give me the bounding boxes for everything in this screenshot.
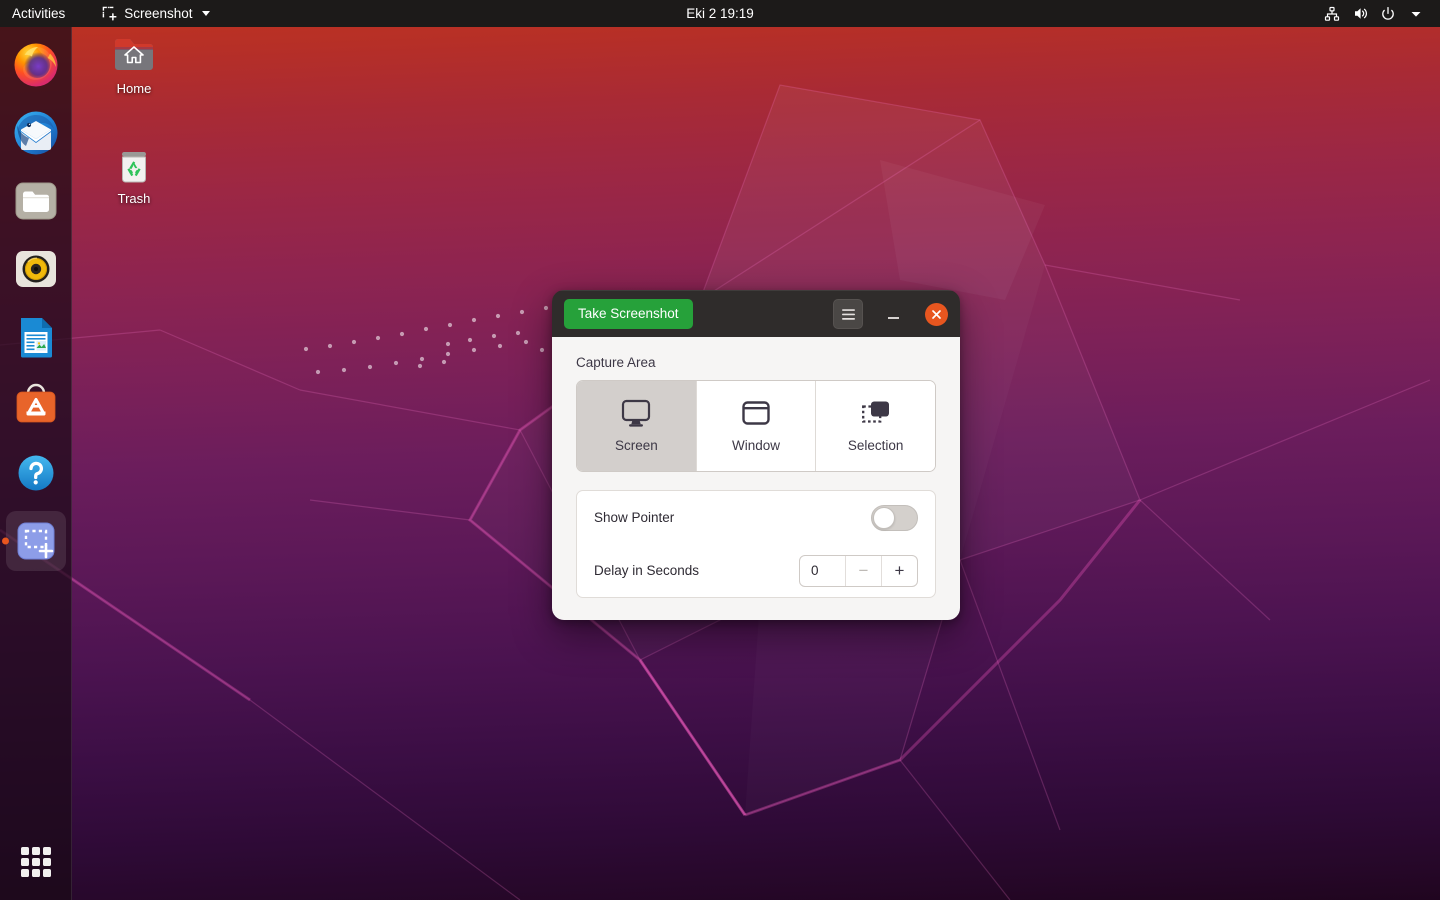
clock-label: Eki 2 19:19 <box>686 6 754 21</box>
firefox-icon <box>14 43 57 87</box>
dock-item-libreoffice-writer[interactable] <box>6 307 66 367</box>
app-menu-button[interactable]: Screenshot <box>93 0 218 27</box>
show-pointer-toggle[interactable] <box>871 504 918 531</box>
capture-option-window[interactable]: Window <box>696 381 817 471</box>
chevron-down-icon <box>201 11 210 16</box>
selection-icon <box>861 401 889 423</box>
selection-crosshair-icon <box>102 6 117 21</box>
dock-item-rhythmbox[interactable] <box>6 239 66 299</box>
capture-option-label: Window <box>732 438 781 453</box>
delay-decrement-button[interactable]: − <box>845 555 881 586</box>
hamburger-menu-icon <box>841 308 855 320</box>
dock-item-help[interactable] <box>6 443 66 503</box>
minimize-button[interactable] <box>876 299 910 329</box>
help-icon <box>18 455 53 491</box>
dock <box>0 27 72 900</box>
show-pointer-label: Show Pointer <box>594 510 675 525</box>
network-wired-icon[interactable] <box>1318 0 1346 27</box>
screenshot-window: Take Screenshot Capture Area Screen Wind… <box>552 290 960 620</box>
delay-row: Delay in Seconds 0 − + <box>577 544 935 597</box>
capture-option-label: Screen <box>614 438 658 453</box>
options-card: Show Pointer Delay in Seconds 0 − + <box>576 490 936 598</box>
system-tray[interactable] <box>1318 0 1440 27</box>
delay-spinner: 0 − + <box>799 554 918 587</box>
monitor-icon <box>622 399 651 427</box>
capture-area-label: Capture Area <box>576 355 656 370</box>
delay-label: Delay in Seconds <box>594 563 700 578</box>
capture-option-selection[interactable]: Selection <box>816 381 935 471</box>
rhythmbox-icon <box>15 251 56 287</box>
chevron-down-icon[interactable] <box>1402 0 1430 27</box>
dock-item-files[interactable] <box>6 171 66 231</box>
capture-option-screen[interactable]: Screen <box>577 381 697 471</box>
top-bar: Activities Screenshot Eki 2 19:19 <box>0 0 1440 27</box>
thunderbird-icon <box>14 111 57 155</box>
activities-button[interactable]: Activities <box>0 0 77 27</box>
clock-button[interactable]: Eki 2 19:19 <box>678 0 762 27</box>
toggle-knob <box>873 506 895 529</box>
desktop-icon-label: Home <box>116 81 152 96</box>
capture-area-options: Screen Window Selection <box>576 380 936 472</box>
show-pointer-row: Show Pointer <box>577 491 935 544</box>
ubuntu-software-icon <box>16 383 55 423</box>
dock-item-screenshot[interactable] <box>5 511 66 571</box>
trash-bin-icon <box>122 152 146 183</box>
minimize-icon <box>887 317 899 319</box>
dock-item-thunderbird[interactable] <box>6 103 66 163</box>
dock-item-firefox[interactable] <box>6 35 66 95</box>
desktop-icon-trash[interactable]: Trash <box>86 144 182 206</box>
home-folder-icon <box>115 39 153 70</box>
volume-icon[interactable] <box>1346 0 1374 27</box>
dock-item-ubuntu-software[interactable] <box>6 375 66 435</box>
delay-increment-button[interactable]: + <box>881 555 917 586</box>
close-button[interactable] <box>925 302 948 326</box>
libreoffice-writer-icon <box>20 318 52 358</box>
app-grid-icon <box>20 847 51 877</box>
app-menu-label: Screenshot <box>124 6 193 21</box>
take-screenshot-button[interactable]: Take Screenshot <box>564 299 693 329</box>
show-applications-button[interactable] <box>12 838 60 886</box>
screenshot-icon <box>17 522 54 560</box>
delay-input[interactable]: 0 <box>800 556 845 586</box>
capture-option-label: Selection <box>847 438 904 453</box>
activities-label: Activities <box>12 6 66 21</box>
desktop-icon-label: Trash <box>117 191 151 206</box>
close-icon <box>932 309 941 319</box>
dialog-body: Capture Area Screen Window Selection Sho… <box>552 337 960 620</box>
window-icon <box>742 401 770 425</box>
power-icon[interactable] <box>1374 0 1402 27</box>
desktop-icon-home[interactable]: Home <box>86 34 182 96</box>
files-icon <box>15 182 56 220</box>
menu-button[interactable] <box>833 299 863 329</box>
window-titlebar: Take Screenshot <box>552 290 960 337</box>
